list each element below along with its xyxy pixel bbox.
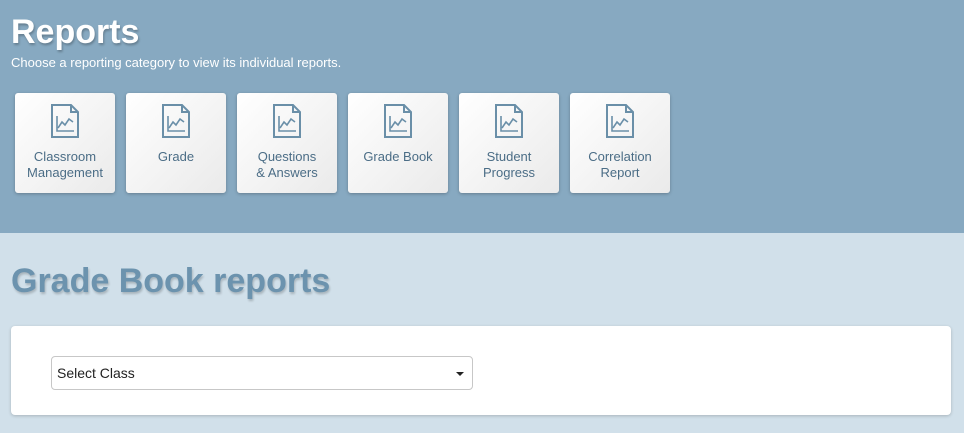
reports-header: Reports Choose a reporting category to v… [0,0,964,233]
report-chart-icon [51,104,79,138]
category-card-correlation-report[interactable]: Correlation Report [570,93,670,193]
report-chart-icon [495,104,523,138]
class-select-value: Select Class [57,365,135,381]
category-label: Classroom Management [27,149,103,180]
chevron-down-icon [456,372,464,376]
report-filter-panel: Select Class [11,326,951,415]
report-chart-icon [162,104,190,138]
report-category-list: Classroom Management Grade Questions & A… [15,93,670,193]
report-chart-icon [606,104,634,138]
page-title: Reports [11,13,140,51]
category-label: Grade Book [363,149,433,164]
category-label: Grade [157,149,195,164]
category-card-grade-book[interactable]: Grade Book [348,93,448,193]
class-select[interactable]: Select Class [51,356,473,390]
section-title: Grade Book reports [11,262,331,300]
page-subtitle: Choose a reporting category to view its … [11,55,342,70]
category-card-student-progress[interactable]: Student Progress [459,93,559,193]
report-chart-icon [273,104,301,138]
category-card-grade[interactable]: Grade [126,93,226,193]
category-card-questions-answers[interactable]: Questions & Answers [237,93,337,193]
category-label: Correlation Report [588,149,652,180]
report-chart-icon [384,104,412,138]
category-card-classroom-management[interactable]: Classroom Management [15,93,115,193]
category-label: Student Progress [482,149,536,180]
category-label: Questions & Answers [256,149,318,180]
